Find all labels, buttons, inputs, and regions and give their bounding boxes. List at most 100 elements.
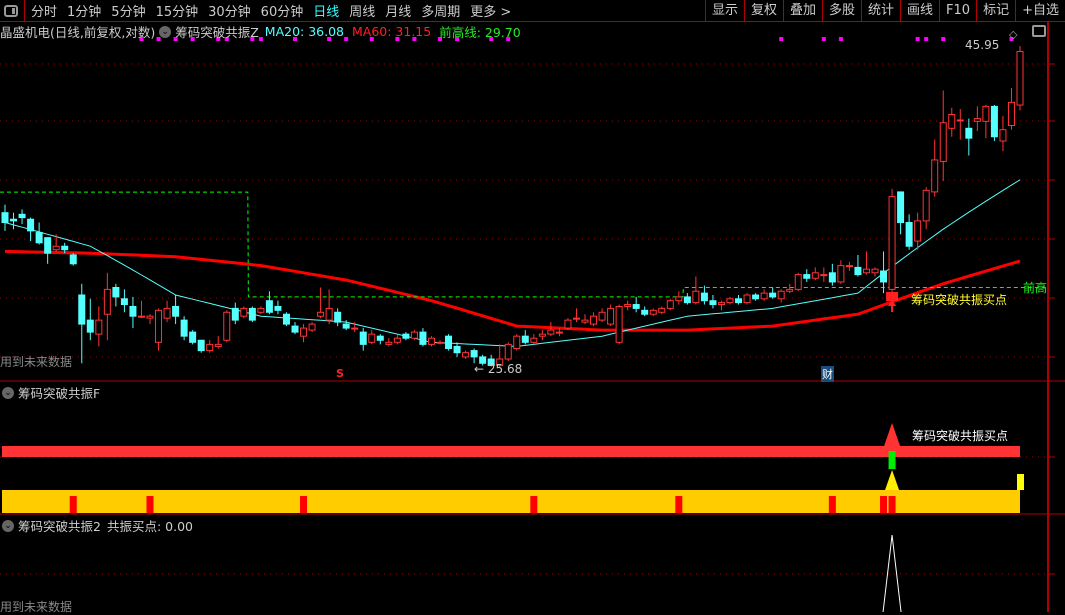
- candle-body: [948, 114, 956, 129]
- layout-toggle-icon[interactable]: [1032, 25, 1046, 37]
- candle-body: [828, 272, 836, 283]
- candle-body: [248, 307, 256, 321]
- candle: [641, 306, 649, 317]
- candle-body: [922, 189, 930, 222]
- panel2-header: ⌄ 筹码突破共振F: [0, 383, 100, 402]
- candle: [206, 340, 214, 353]
- candle-body: [607, 307, 615, 325]
- red-mark: [146, 496, 154, 513]
- candle: [214, 336, 222, 349]
- candle: [95, 306, 103, 347]
- candle: [308, 322, 316, 333]
- candle: [871, 267, 879, 277]
- yellow-band: [2, 490, 1020, 513]
- candle-body: [240, 307, 248, 317]
- candle-body: [769, 292, 777, 298]
- candle: [607, 304, 615, 327]
- red-mark: [828, 496, 836, 513]
- candle-body: [10, 218, 18, 222]
- candle: [504, 342, 512, 362]
- candle: [155, 308, 163, 351]
- candle-body: [547, 329, 555, 335]
- candle: [939, 90, 947, 182]
- signal-dot: [838, 37, 843, 41]
- chevron-down-icon[interactable]: ⌄: [2, 519, 14, 532]
- candle: [189, 330, 197, 345]
- candle-body: [61, 245, 69, 251]
- candle: [538, 330, 546, 341]
- candle-body: [86, 319, 94, 333]
- candle-body: [419, 331, 427, 345]
- candle: [265, 291, 273, 315]
- candle-body: [555, 331, 563, 334]
- panel3-title[interactable]: 筹码突破共振2: [18, 516, 101, 535]
- candle-body: [990, 105, 998, 138]
- finance-marker[interactable]: 财: [821, 366, 834, 382]
- candle: [956, 109, 964, 140]
- spike-line: [882, 534, 902, 612]
- candle: [436, 340, 444, 345]
- min-price-value: 25.68: [487, 362, 523, 376]
- candle: [931, 139, 939, 197]
- candle-body: [666, 300, 674, 309]
- candle-body: [223, 311, 231, 341]
- panel2-title[interactable]: 筹码突破共振F: [18, 383, 100, 402]
- candle: [44, 237, 52, 264]
- candle-body: [436, 341, 444, 344]
- candle: [513, 334, 521, 351]
- candle-body: [1007, 101, 1015, 127]
- candle-body: [530, 337, 538, 343]
- candle-body: [700, 292, 708, 302]
- candle-body: [880, 270, 888, 283]
- red-mark: [675, 496, 683, 513]
- candle: [69, 253, 77, 266]
- chevron-down-icon[interactable]: ⌄: [159, 25, 172, 38]
- candle-body: [282, 313, 290, 325]
- candle: [820, 267, 828, 282]
- candle: [112, 283, 120, 307]
- candle: [530, 334, 538, 345]
- candle: [427, 336, 435, 347]
- candle-body: [743, 294, 751, 304]
- candle-body: [803, 274, 811, 279]
- candle-body: [794, 274, 802, 290]
- candle-body: [726, 298, 734, 304]
- signal-label: 筹码突破共振买点: [911, 293, 1008, 307]
- candle-body: [180, 319, 188, 337]
- panel3-future-data-note: 用到未来数据: [0, 600, 73, 614]
- candle: [760, 289, 768, 301]
- candle-body: [504, 343, 512, 360]
- candle: [248, 306, 256, 323]
- candle-body: [453, 345, 461, 354]
- candle-body: [564, 319, 572, 329]
- max-price-label: 45.95: [965, 38, 1000, 52]
- candle-body: [641, 309, 649, 315]
- indicator-name[interactable]: 筹码突破共振Z: [175, 22, 259, 41]
- s-marker[interactable]: S: [336, 367, 344, 380]
- ma20-label: MA20: 36.08: [264, 24, 344, 39]
- signal-dot: [924, 37, 929, 41]
- candle-body: [973, 118, 981, 122]
- chevron-down-icon[interactable]: ⌄: [2, 386, 14, 399]
- candle-body: [129, 305, 137, 317]
- candle-body: [931, 159, 939, 193]
- candle-body: [52, 245, 60, 251]
- diamond-icon[interactable]: ◇: [1009, 28, 1017, 41]
- candle-body: [137, 315, 145, 318]
- panel3-header: ⌄ 筹码突破共振2 共振买点: 0.00: [0, 516, 193, 535]
- candle: [700, 285, 708, 305]
- candle-body: [513, 335, 521, 350]
- candle: [78, 283, 86, 364]
- yellow-triangle-icon: [885, 470, 900, 490]
- signal-dot: [915, 37, 920, 41]
- candle-body: [69, 254, 77, 265]
- candle: [854, 254, 862, 277]
- red-band: [2, 446, 1020, 457]
- red-mark: [69, 496, 77, 513]
- candle: [803, 269, 811, 282]
- candle: [743, 293, 751, 305]
- candle-body: [871, 268, 879, 274]
- candle: [786, 283, 794, 294]
- candle: [376, 334, 384, 345]
- candle-body: [905, 222, 913, 247]
